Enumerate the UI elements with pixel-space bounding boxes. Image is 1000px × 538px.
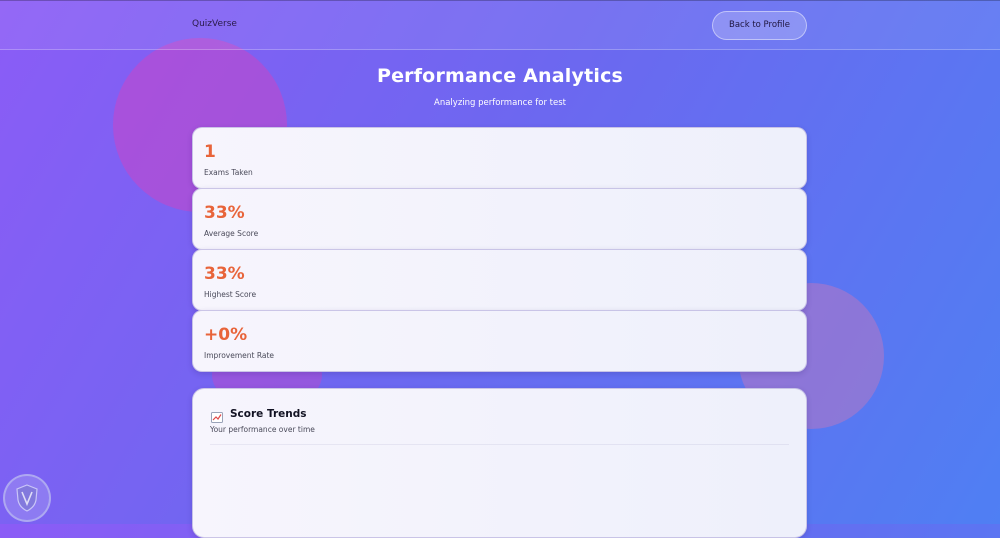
page-subtitle: Analyzing performance for test [434,98,566,108]
stat-label: Improvement Rate [204,351,275,360]
stat-card-exams-taken: 1 Exams Taken [192,127,807,189]
top-navbar: QuizVerse Back to Profile [0,0,1000,50]
stat-value: 33% [204,203,245,223]
stat-card-highest-score: 33% Highest Score [192,249,807,311]
stat-label: Average Score [204,229,259,238]
page-title: Performance Analytics [376,65,624,87]
score-trends-title: Score Trends [230,408,307,420]
stat-value: 33% [204,264,245,284]
stat-card-average-score: 33% Average Score [192,188,807,250]
stat-card-improvement-rate: +0% Improvement Rate [192,310,807,372]
score-trends-subtitle: Your performance over time [210,425,315,434]
stat-label: Exams Taken [204,168,253,177]
score-trends-card: Score Trends Your performance over time [192,388,807,538]
stat-value: 1 [204,142,216,162]
stat-label: Highest Score [204,290,257,299]
stat-value: +0% [204,325,248,345]
back-to-profile-button[interactable]: Back to Profile [712,11,807,40]
shield-logo-icon [3,474,51,522]
chart-increasing-icon [211,408,223,423]
divider [210,444,789,445]
brand-logo-text[interactable]: QuizVerse [192,19,237,29]
